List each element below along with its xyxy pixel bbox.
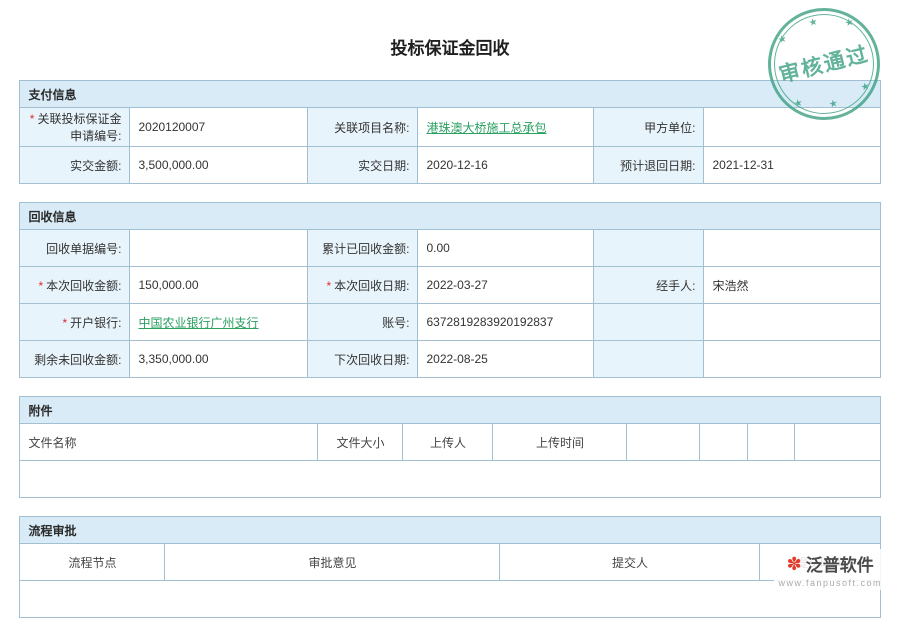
column-header-flow-node: 流程节点 (20, 544, 165, 581)
table-row: *关联投标保证金申请编号: 2020120007 关联项目名称: 港珠澳大桥施工… (20, 108, 880, 147)
payment-section-title: 支付信息 (20, 81, 880, 108)
column-header-empty (795, 424, 880, 461)
value-owner-unit (704, 108, 880, 147)
column-header-file-name: 文件名称 (20, 424, 318, 461)
attachments-empty-row (20, 461, 880, 498)
attachments-header-row: 文件名称 文件大小 上传人 上传时间 (20, 424, 880, 461)
value-next-date: 2022-08-25 (418, 341, 594, 378)
label-text: 关联投标保证金申请编号: (37, 112, 121, 143)
label-account: 账号: (308, 304, 418, 341)
approval-header-row: 流程节点 审批意见 提交人 提交时间 (20, 544, 880, 581)
label-expected-return-date: 预计退回日期: (594, 147, 704, 184)
column-header-empty (627, 424, 700, 461)
label-current-date: *本次回收日期: (308, 267, 418, 304)
approval-section-title: 流程审批 (20, 517, 880, 544)
fanpu-logo-icon: ✽ (787, 555, 802, 573)
value-handler: 宋浩然 (704, 267, 880, 304)
label-paid-date: 实交日期: (308, 147, 418, 184)
brand-name: 泛普软件 (806, 551, 874, 576)
project-name-link[interactable]: 港珠澳大桥施工总承包 (426, 121, 546, 135)
label-apply-no: *关联投标保证金申请编号: (20, 108, 130, 147)
label-remaining: 剩余未回收金额: (20, 341, 130, 378)
table-row: 实交金额: 3,500,000.00 实交日期: 2020-12-16 预计退回… (20, 147, 880, 184)
value-receipt-no (130, 230, 308, 267)
approval-empty-cell (20, 581, 880, 618)
brand-website: www.fanpusoft.com (778, 578, 882, 588)
label-next-date: 下次回收日期: (308, 341, 418, 378)
required-marker: * (62, 316, 67, 330)
empty-label-cell (594, 230, 704, 267)
recovery-info-table: 回收信息 回收单据编号: 累计已回收金额: 0.00 *本次回收金额: 150,… (19, 202, 880, 378)
value-current-amount: 150,000.00 (130, 267, 308, 304)
table-row: 剩余未回收金额: 3,350,000.00 下次回收日期: 2022-08-25 (20, 341, 880, 378)
value-account: 6372819283920192837 (418, 304, 594, 341)
fanpu-logo: ✽ 泛普软件 www.fanpusoft.com (774, 549, 886, 590)
value-apply-no: 2020120007 (130, 108, 308, 147)
label-current-amount: *本次回收金额: (20, 267, 130, 304)
required-marker: * (30, 112, 35, 126)
empty-label-cell (594, 304, 704, 341)
column-header-approval-opinion: 审批意见 (165, 544, 500, 581)
label-text: 开户银行: (70, 316, 121, 330)
empty-value-cell (704, 304, 880, 341)
value-remaining: 3,350,000.00 (130, 341, 308, 378)
column-header-empty (748, 424, 795, 461)
value-paid-amount: 3,500,000.00 (130, 147, 308, 184)
column-header-uploader: 上传人 (403, 424, 493, 461)
value-expected-return-date: 2021-12-31 (704, 147, 880, 184)
attachments-table: 附件 文件名称 文件大小 上传人 上传时间 (19, 396, 880, 498)
value-project-name: 港珠澳大桥施工总承包 (418, 108, 594, 147)
column-header-empty (700, 424, 748, 461)
bank-link[interactable]: 中国农业银行广州支行 (138, 316, 258, 330)
empty-value-cell (704, 230, 880, 267)
label-paid-amount: 实交金额: (20, 147, 130, 184)
value-current-date: 2022-03-27 (418, 267, 594, 304)
approval-empty-row (20, 581, 880, 618)
label-text: 本次回收金额: (46, 279, 121, 293)
table-row: *开户银行: 中国农业银行广州支行 账号: 637281928392019283… (20, 304, 880, 341)
approval-flow-table: 流程审批 流程节点 审批意见 提交人 提交时间 (19, 516, 880, 618)
attachments-empty-cell (20, 461, 880, 498)
column-header-upload-time: 上传时间 (493, 424, 627, 461)
label-receipt-no: 回收单据编号: (20, 230, 130, 267)
required-marker: * (326, 279, 331, 293)
column-header-submitter: 提交人 (500, 544, 760, 581)
required-marker: * (38, 279, 43, 293)
attachments-section-title: 附件 (20, 397, 880, 424)
recovery-section-title: 回收信息 (20, 203, 880, 230)
label-project-name: 关联项目名称: (308, 108, 418, 147)
column-header-file-size: 文件大小 (318, 424, 403, 461)
label-handler: 经手人: (594, 267, 704, 304)
label-bank: *开户银行: (20, 304, 130, 341)
table-row: 回收单据编号: 累计已回收金额: 0.00 (20, 230, 880, 267)
empty-value-cell (704, 341, 880, 378)
page-title: 投标保证金回收 (0, 0, 900, 59)
label-owner-unit: 甲方单位: (594, 108, 704, 147)
label-total-recovered: 累计已回收金额: (308, 230, 418, 267)
value-paid-date: 2020-12-16 (418, 147, 594, 184)
value-bank: 中国农业银行广州支行 (130, 304, 308, 341)
value-total-recovered: 0.00 (418, 230, 594, 267)
label-text: 本次回收日期: (334, 279, 409, 293)
empty-label-cell (594, 341, 704, 378)
table-row: *本次回收金额: 150,000.00 *本次回收日期: 2022-03-27 … (20, 267, 880, 304)
payment-info-table: 支付信息 *关联投标保证金申请编号: 2020120007 关联项目名称: 港珠… (19, 80, 880, 184)
